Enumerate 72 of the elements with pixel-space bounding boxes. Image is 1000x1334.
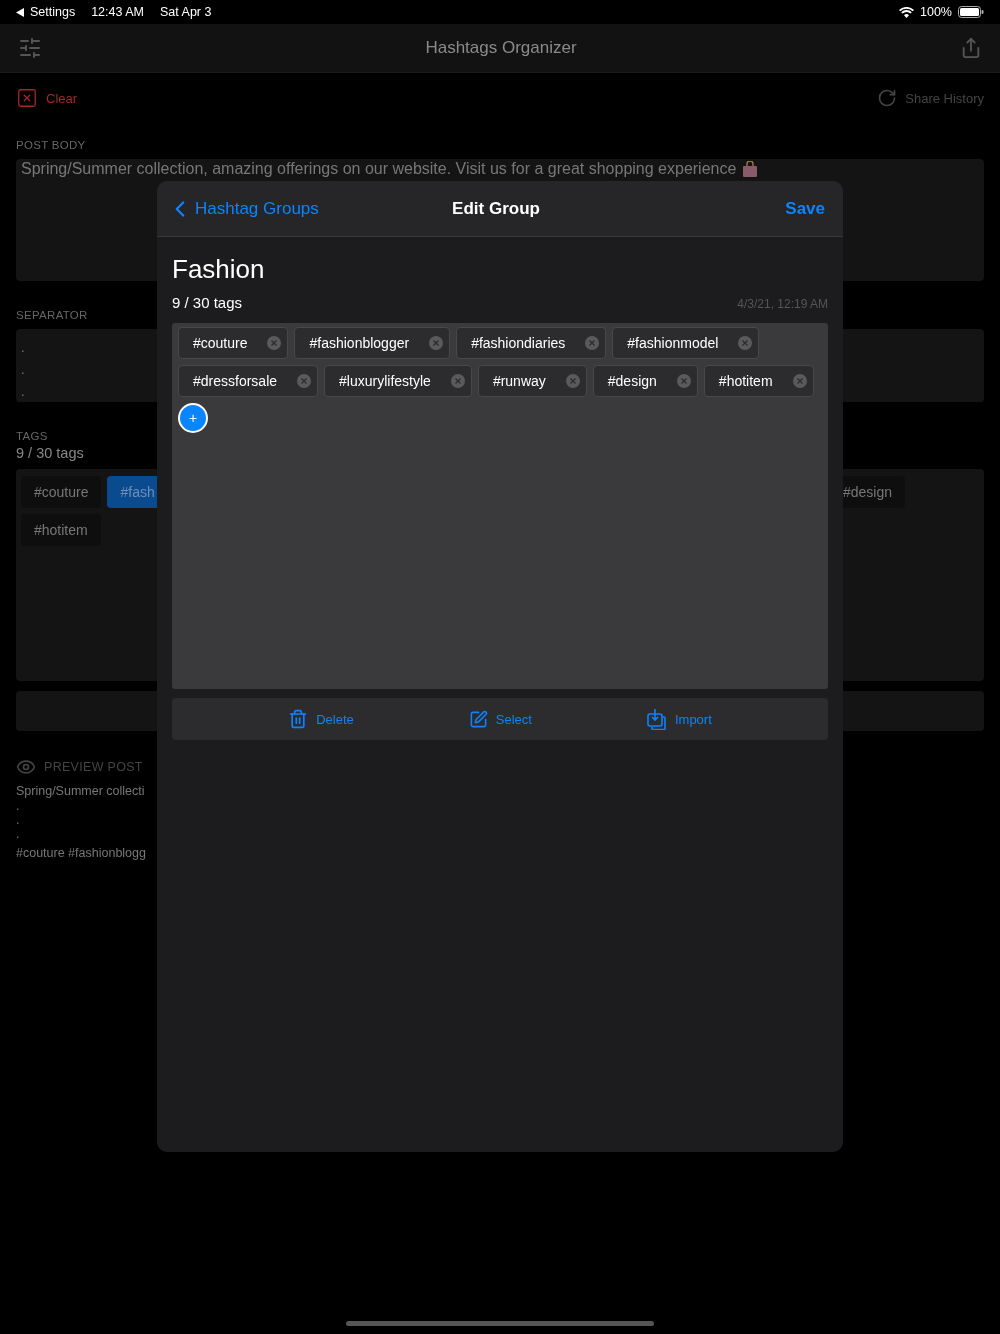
status-time: 12:43 AM — [91, 5, 144, 19]
section-label: PREVIEW POST — [44, 760, 143, 774]
separator-line: . — [21, 339, 25, 357]
date-text: 4/3/21, 12:19 AM — [737, 297, 828, 311]
wifi-icon — [899, 6, 914, 18]
tag-chip[interactable]: #couture — [21, 476, 102, 508]
clear-button[interactable]: Clear — [16, 87, 78, 109]
tag-chip[interactable]: #fashionblogger — [294, 327, 451, 359]
preview-line: #couture #fashionblogg — [16, 845, 146, 862]
tag-label: #couture — [193, 335, 248, 351]
remove-icon[interactable] — [267, 336, 282, 350]
group-name: Fashion — [172, 254, 266, 285]
separator-line: . — [21, 361, 25, 379]
eye-icon — [16, 757, 36, 777]
back-triangle-icon — [16, 7, 24, 17]
tag-label: #fashiondiaries — [471, 335, 566, 351]
tag-chip[interactable]: #design — [592, 365, 698, 397]
delete-button[interactable]: Delete — [288, 709, 354, 729]
app-title: Hashtags Organizer — [425, 38, 577, 58]
tag-chip[interactable]: #fashionmodel — [612, 327, 760, 359]
tag-chip[interactable]: #fashiondiaries — [456, 327, 607, 359]
tag-label: #design — [607, 373, 657, 389]
tag-label: #runway — [492, 373, 546, 389]
import-icon — [646, 708, 667, 730]
tag-chip[interactable]: #luxurylifestyle — [324, 365, 472, 397]
preview-line: . — [16, 815, 20, 829]
remove-icon[interactable] — [429, 336, 444, 350]
post-body-text: Spring/Summer collection, amazing offerings on our website. Visit us for a great shopping experience — [21, 160, 737, 177]
import-button[interactable]: Import — [646, 708, 712, 730]
remove-icon[interactable] — [792, 374, 807, 388]
tag-count: 9 / 30 tags — [16, 445, 84, 461]
status-back-text[interactable]: Settings — [30, 5, 76, 19]
save-button[interactable]: Save — [785, 198, 825, 219]
share-history-button[interactable]: Share History — [877, 88, 984, 108]
remove-icon[interactable] — [565, 374, 580, 388]
tag-chip[interactable]: #hotitem — [703, 365, 814, 397]
remove-icon[interactable] — [297, 374, 312, 388]
sheet-title: Edit Group — [452, 198, 540, 219]
tag-chip[interactable]: #couture — [178, 327, 289, 359]
tag-count: 9 / 30 tags — [172, 294, 243, 311]
separator-line: . — [21, 383, 25, 401]
remove-icon[interactable] — [738, 336, 753, 350]
section-label: TAGS — [16, 430, 48, 442]
add-button[interactable]: + — [178, 403, 208, 433]
select-button[interactable]: Select — [468, 709, 532, 729]
settings-icon[interactable] — [18, 36, 42, 60]
remove-icon[interactable] — [676, 374, 691, 388]
refresh-icon — [877, 88, 898, 108]
battery-icon — [958, 6, 984, 18]
preview-line: Spring/Summer collecti — [16, 783, 145, 800]
tag-chip[interactable]: #runway — [477, 365, 587, 397]
shopping-bag-icon — [742, 160, 759, 177]
section-label: SEPARATOR — [16, 309, 88, 321]
status-date: Sat Apr 3 — [160, 5, 212, 19]
tag-chip[interactable]: #hotitem — [21, 514, 101, 546]
remove-icon[interactable] — [450, 374, 465, 388]
preview-line: . — [16, 801, 20, 815]
back-button[interactable]: Hashtag Groups — [167, 195, 319, 222]
battery-percent: 100% — [920, 5, 952, 19]
tag-label: #luxurylifestyle — [339, 373, 431, 389]
tag-label: #dressforsale — [193, 373, 278, 389]
section-label: POST BODY — [16, 139, 86, 151]
clear-icon — [16, 87, 38, 109]
remove-icon[interactable] — [585, 336, 600, 350]
tag-chip[interactable]: #dressforsale — [178, 365, 319, 397]
tag-label: #fashionmodel — [627, 335, 719, 351]
trash-icon — [288, 709, 309, 729]
preview-line: . — [16, 829, 20, 843]
edit-icon — [468, 709, 488, 729]
tag-label: #fashionblogger — [309, 335, 410, 351]
tag-label: #hotitem — [718, 373, 773, 389]
share-icon[interactable] — [960, 37, 982, 59]
